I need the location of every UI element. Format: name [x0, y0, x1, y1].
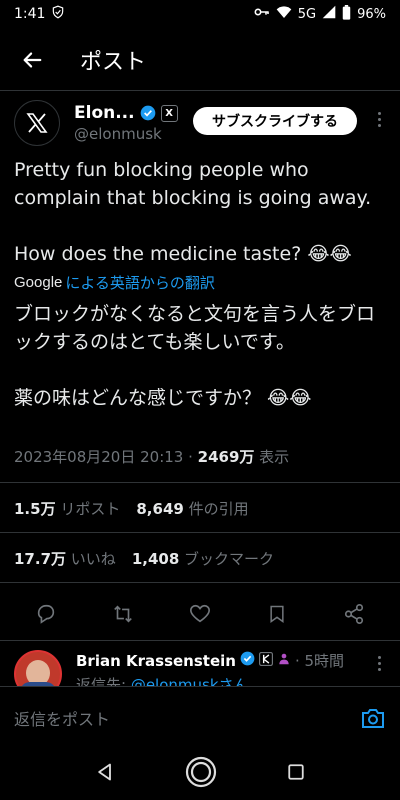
translation-attribution[interactable]: Google による英語からの翻訳 — [14, 272, 215, 293]
nav-recents-icon[interactable] — [287, 763, 305, 785]
like-heart-icon[interactable] — [188, 602, 212, 626]
key-icon — [254, 6, 270, 22]
verified-badge-icon — [140, 105, 156, 121]
camera-icon[interactable] — [360, 705, 386, 731]
reposts-stat[interactable]: 1.5万 リポスト — [14, 498, 120, 519]
bookmarks-label: ブックマーク — [184, 550, 275, 568]
stats-divider-bottom — [0, 582, 400, 583]
nav-back-icon[interactable] — [95, 762, 115, 786]
quotes-count: 8,649 — [136, 500, 184, 518]
affiliate-k-badge-icon — [258, 651, 273, 670]
more-options-icon[interactable] — [376, 112, 382, 127]
bookmark-icon[interactable] — [265, 602, 289, 626]
bookmarks-stat[interactable]: 1,408 ブックマーク — [132, 548, 274, 569]
quotes-stat[interactable]: 8,649 件の引用 — [136, 498, 248, 519]
system-nav-bar — [0, 748, 400, 800]
stats-divider-mid — [0, 532, 400, 533]
reply-to-handle[interactable]: @elonmuskさん — [131, 676, 249, 686]
header-divider — [0, 90, 400, 91]
stats-divider-top — [0, 482, 400, 483]
action-bar — [0, 596, 400, 632]
replies-divider — [0, 640, 400, 641]
avatar[interactable] — [14, 100, 60, 146]
author-name[interactable]: Elon... — [74, 103, 135, 123]
reply-time: · 5時間 — [294, 652, 345, 670]
reply-to-prefix: 返信先: — [76, 676, 131, 686]
timestamp-text: 2023年08月20日 20:13 · — [14, 448, 198, 466]
likes-stat[interactable]: 17.7万 いいね — [14, 548, 116, 569]
likes-label: いいね — [70, 550, 116, 568]
wifi-icon — [276, 5, 292, 23]
views-count: 2469万 — [197, 448, 255, 466]
back-arrow-icon[interactable] — [18, 46, 46, 74]
views-label: 表示 — [254, 448, 290, 466]
repost-icon[interactable] — [111, 602, 135, 626]
status-bar: 1:41 5G 96% — [0, 0, 400, 28]
post-timestamp: 2023年08月20日 20:13 · 2469万 表示 — [14, 446, 289, 467]
nav-home-icon[interactable] — [185, 756, 217, 792]
share-icon[interactable] — [342, 602, 366, 626]
reply-compose-bar: 返信をポスト — [0, 686, 400, 748]
quotes-label: 件の引用 — [188, 500, 249, 518]
like-stats: 17.7万 いいね 1,408 ブックマーク — [14, 548, 274, 569]
reply-input[interactable]: 返信をポスト — [14, 706, 360, 730]
author-handle[interactable]: @elonmusk — [74, 125, 178, 143]
reply-more-options-icon[interactable] — [376, 656, 382, 671]
page-title: ポスト — [80, 50, 147, 75]
likes-count: 17.7万 — [14, 550, 67, 568]
post-text: Pretty fun blocking people who complain … — [14, 159, 372, 265]
reposts-count: 1.5万 — [14, 500, 56, 518]
repost-stats: 1.5万 リポスト 8,649 件の引用 — [14, 498, 249, 519]
shield-icon — [51, 5, 65, 23]
reply-author-name[interactable]: Brian Krassenstein — [76, 652, 236, 670]
header: ポスト — [0, 30, 400, 90]
verified-badge-icon — [240, 651, 255, 670]
translated-text: ブロックがなくなると文句を言う人をブロックするのはとても楽しいです。 薬の味はど… — [14, 303, 376, 409]
community-badge-icon — [277, 652, 291, 670]
battery-icon — [342, 4, 351, 24]
google-logo: Google — [14, 274, 63, 291]
subscribe-button[interactable]: サブスクライブする — [193, 107, 357, 135]
signal-icon — [322, 5, 336, 23]
reply-icon[interactable] — [34, 602, 58, 626]
reply-to-line: 返信先: @elonmuskさん — [76, 674, 386, 686]
network-label: 5G — [297, 6, 317, 22]
translation-label[interactable]: による英語からの翻訳 — [65, 272, 215, 293]
battery-level: 96% — [357, 6, 386, 22]
reposts-label: リポスト — [60, 500, 121, 518]
bookmarks-count: 1,408 — [131, 550, 180, 568]
reply-item[interactable]: Brian Krassenstein · 5時間 返信先: @elonmuskさ… — [14, 650, 386, 698]
affiliate-x-badge-icon: X — [160, 104, 178, 122]
status-time: 1:41 — [14, 6, 46, 22]
